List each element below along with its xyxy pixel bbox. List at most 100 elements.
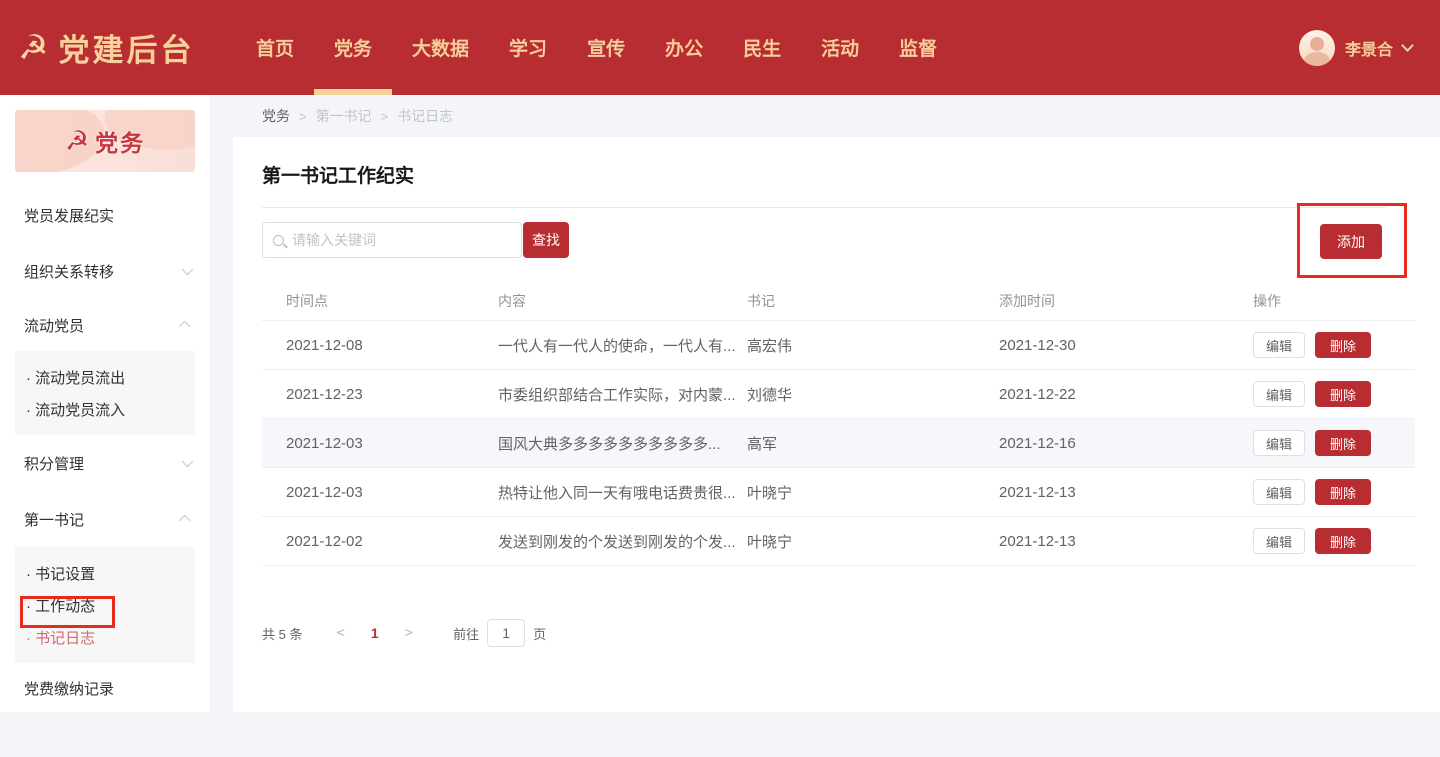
- edit-button[interactable]: 编辑: [1253, 332, 1305, 358]
- nav-item-supervision[interactable]: 监督: [879, 0, 957, 95]
- app-logo: ☭ 党建后台: [18, 25, 236, 70]
- edit-button[interactable]: 编辑: [1253, 430, 1305, 456]
- cell-added: 2021-12-30: [999, 337, 1253, 354]
- sidebar-item-mobile-in[interactable]: · 流动党员流入: [15, 393, 195, 425]
- chevron-down-icon: [1401, 39, 1414, 52]
- sidebar-item-label: 积分管理: [24, 453, 84, 474]
- cell-added: 2021-12-22: [999, 386, 1253, 403]
- delete-button[interactable]: 删除: [1315, 332, 1371, 358]
- user-menu[interactable]: 李景合: [1299, 0, 1412, 95]
- pagination-goto-input[interactable]: [487, 619, 525, 647]
- search-input[interactable]: [292, 232, 492, 248]
- pagination-unit-label: 页: [533, 624, 546, 643]
- col-header-added: 添加时间: [999, 291, 1253, 311]
- delete-button[interactable]: 删除: [1315, 381, 1371, 407]
- cell-time: 2021-12-08: [262, 337, 498, 354]
- cell-time: 2021-12-23: [262, 386, 498, 403]
- nav-item-publicity[interactable]: 宣传: [567, 0, 645, 95]
- pagination-total: 共 5 条: [262, 624, 302, 643]
- pagination-prev-button[interactable]: <: [322, 625, 358, 641]
- add-button[interactable]: 添加: [1320, 224, 1382, 259]
- find-button[interactable]: 查找: [523, 222, 569, 258]
- breadcrumb-level-1[interactable]: 党务: [262, 106, 290, 126]
- sidebar-item-label: 第一书记: [24, 509, 84, 530]
- delete-button[interactable]: 删除: [1315, 430, 1371, 456]
- col-header-content: 内容: [498, 291, 747, 311]
- cell-added: 2021-12-13: [999, 533, 1253, 550]
- sidebar-item-member-development[interactable]: 党员发展纪实: [0, 187, 210, 243]
- sidebar-item-org-transfer[interactable]: 组织关系转移: [0, 243, 210, 299]
- cell-secretary: 叶晓宁: [747, 482, 999, 503]
- user-avatar: [1299, 30, 1335, 66]
- app-title: 党建后台: [58, 25, 194, 70]
- user-name: 李景合: [1345, 36, 1393, 60]
- cell-content: 国风大典多多多多多多多多多多...: [498, 433, 747, 454]
- table-row: 2021-12-03 热特让他入同一天有哦电话费贵很... 叶晓宁 2021-1…: [262, 468, 1415, 517]
- breadcrumb-level-2[interactable]: 第一书记: [316, 106, 372, 126]
- nav-item-study[interactable]: 学习: [489, 0, 567, 95]
- party-emblem-icon: ☭: [18, 31, 48, 65]
- chevron-down-icon: [182, 264, 193, 275]
- sidebar-item-label: 组织关系转移: [24, 261, 114, 282]
- page-bottom-strip: [0, 712, 1440, 757]
- sidebar-banner: ☭ 党务: [15, 110, 195, 172]
- chevron-up-icon: [179, 515, 190, 526]
- submenu-first-secretary: · 书记设置 · 工作动态 · 书记日志: [15, 547, 195, 663]
- table-row: 2021-12-03 国风大典多多多多多多多多多多... 高军 2021-12-…: [262, 419, 1415, 468]
- sidebar-item-fee-records[interactable]: 党费缴纳记录: [0, 663, 210, 712]
- pagination: 共 5 条 < 1 > 前往 页: [262, 619, 546, 647]
- delete-button[interactable]: 删除: [1315, 479, 1371, 505]
- sidebar-item-label: 党员发展纪实: [24, 205, 114, 226]
- cell-time: 2021-12-03: [262, 435, 498, 452]
- edit-button[interactable]: 编辑: [1253, 479, 1305, 505]
- pagination-page-1[interactable]: 1: [359, 625, 391, 641]
- nav-item-office[interactable]: 办公: [645, 0, 723, 95]
- sidebar-item-secretary-settings[interactable]: · 书记设置: [15, 557, 195, 589]
- col-header-time: 时间点: [262, 291, 498, 311]
- sidebar-item-mobile-out[interactable]: · 流动党员流出: [15, 361, 195, 393]
- pagination-next-button[interactable]: >: [391, 625, 427, 641]
- table-header-row: 时间点 内容 书记 添加时间 操作: [262, 281, 1415, 321]
- breadcrumb-level-3: 书记日志: [397, 106, 453, 126]
- cell-content: 发送到刚发的个发送到刚发的个发...: [498, 531, 747, 552]
- breadcrumb-separator: >: [299, 109, 307, 124]
- sidebar-menu: 党员发展纪实 组织关系转移 流动党员 · 流动党员流出 · 流动党员流入 积分管…: [0, 187, 210, 712]
- chevron-up-icon: [179, 321, 190, 332]
- chevron-down-icon: [182, 456, 193, 467]
- divider: [262, 207, 1386, 208]
- pagination-goto-label: 前往: [453, 624, 479, 643]
- sidebar-item-work-news[interactable]: · 工作动态: [15, 589, 195, 621]
- sidebar-item-mobile-members[interactable]: 流动党员: [0, 299, 210, 351]
- sidebar-item-points[interactable]: 积分管理: [0, 435, 210, 491]
- nav-item-big-data[interactable]: 大数据: [392, 0, 489, 95]
- table-row: 2021-12-23 市委组织部结合工作实际，对内蒙... 刘德华 2021-1…: [262, 370, 1415, 419]
- sidebar-banner-title: 党务: [95, 124, 145, 158]
- search-bar: 查找: [262, 222, 569, 258]
- nav-item-home[interactable]: 首页: [236, 0, 314, 95]
- nav-item-party-affairs[interactable]: 党务: [314, 0, 392, 95]
- table-row: 2021-12-02 发送到刚发的个发送到刚发的个发... 叶晓宁 2021-1…: [262, 517, 1415, 566]
- cell-time: 2021-12-02: [262, 533, 498, 550]
- nav-item-livelihood[interactable]: 民生: [723, 0, 801, 95]
- cell-secretary: 高军: [747, 433, 999, 454]
- cell-added: 2021-12-16: [999, 435, 1253, 452]
- top-header: ☭ 党建后台 首页 党务 大数据 学习 宣传 办公 民生 活动 监督 李景合: [0, 0, 1440, 95]
- delete-button[interactable]: 删除: [1315, 528, 1371, 554]
- sidebar-item-label: 流动党员: [24, 315, 84, 336]
- sidebar-item-secretary-log[interactable]: · 书记日志: [15, 621, 195, 653]
- col-header-ops: 操作: [1253, 291, 1415, 311]
- table-row: 2021-12-08 一代人有一代人的使命，一代人有... 高宏伟 2021-1…: [262, 321, 1415, 370]
- cell-added: 2021-12-13: [999, 484, 1253, 501]
- cell-time: 2021-12-03: [262, 484, 498, 501]
- submenu-mobile-members: · 流动党员流出 · 流动党员流入: [15, 351, 195, 435]
- nav-item-activity[interactable]: 活动: [801, 0, 879, 95]
- edit-button[interactable]: 编辑: [1253, 528, 1305, 554]
- breadcrumb: 党务 > 第一书记 > 书记日志: [262, 106, 453, 126]
- cell-content: 市委组织部结合工作实际，对内蒙...: [498, 384, 747, 405]
- breadcrumb-separator: >: [381, 109, 389, 124]
- records-table: 时间点 内容 书记 添加时间 操作 2021-12-08 一代人有一代人的使命，…: [262, 281, 1415, 566]
- edit-button[interactable]: 编辑: [1253, 381, 1305, 407]
- sidebar-item-first-secretary[interactable]: 第一书记: [0, 491, 210, 547]
- cell-secretary: 刘德华: [747, 384, 999, 405]
- sidebar-item-label: 党费缴纳记录: [24, 678, 114, 699]
